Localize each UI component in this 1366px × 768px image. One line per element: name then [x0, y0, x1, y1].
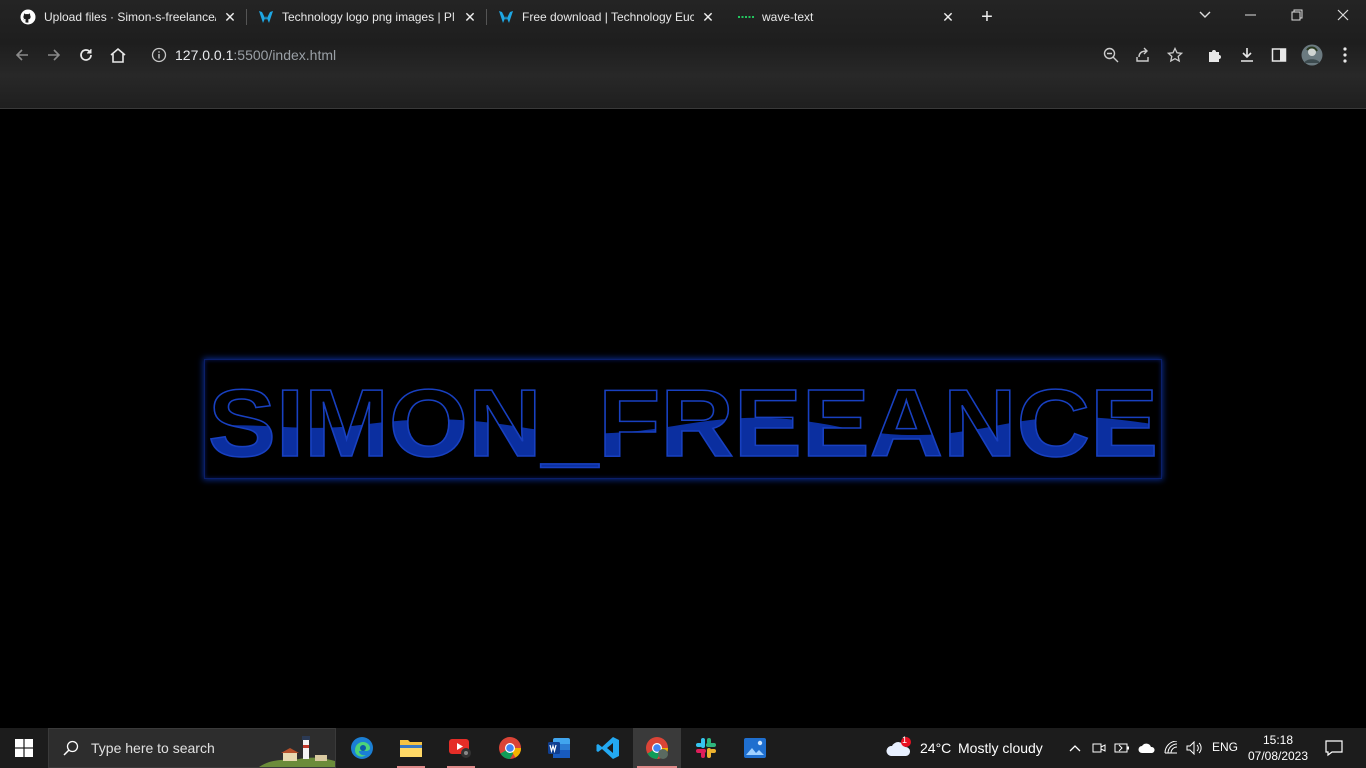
address-bar[interactable]: 127.0.0.1:5500/index.html [145, 40, 1205, 70]
show-hidden-icons-button[interactable] [1066, 739, 1084, 757]
restore-button[interactable] [1274, 0, 1320, 30]
taskbar-slack[interactable] [682, 728, 730, 768]
zoom-button[interactable] [1101, 45, 1121, 65]
vscode-icon [596, 737, 619, 759]
forward-button[interactable] [43, 44, 65, 66]
notification-icon [1325, 740, 1343, 757]
close-tab-icon[interactable]: ✕ [222, 9, 238, 25]
taskbar-photos[interactable] [731, 728, 779, 768]
video-recorder-icon [449, 739, 471, 758]
avatar-icon [1301, 44, 1323, 66]
onedrive-icon[interactable] [1138, 739, 1156, 757]
volume-icon[interactable] [1186, 739, 1204, 757]
taskbar-file-explorer[interactable] [387, 728, 435, 768]
new-tab-button[interactable]: + [976, 7, 998, 29]
folder-icon [400, 740, 422, 757]
clock-time: 15:18 [1262, 733, 1294, 747]
web-page: SIMON_FREEANCE SIMON_FREEANCE [0, 109, 1366, 728]
taskbar-video-app[interactable] [437, 728, 485, 768]
close-window-button[interactable] [1320, 0, 1366, 30]
windows-icon [15, 739, 33, 757]
extensions-button[interactable] [1205, 45, 1225, 65]
notifications-button[interactable] [1324, 738, 1344, 758]
clock-date: 07/08/2023 [1247, 749, 1309, 763]
wave-text-graphic: SIMON_FREEANCE SIMON_FREEANCE [207, 369, 1159, 478]
home-icon [110, 47, 126, 63]
minimize-button[interactable] [1228, 0, 1274, 30]
more-vertical-icon [1343, 47, 1347, 63]
start-button[interactable] [0, 728, 48, 768]
weather-temp[interactable]: 24°C [920, 740, 951, 756]
back-button[interactable] [11, 44, 33, 66]
tab-title: Upload files · Simon-s-freelance/ [44, 10, 216, 24]
menu-button[interactable] [1335, 45, 1355, 65]
search-icon [63, 740, 79, 756]
taskbar-edge[interactable] [338, 728, 386, 768]
tab-title: Free download | Technology Eucl [522, 10, 694, 24]
zoom-out-icon [1103, 47, 1119, 63]
tab-technology-logo[interactable]: Technology logo png images | PN ✕ [238, 0, 486, 34]
side-panel-button[interactable] [1269, 45, 1289, 65]
taskbar-word[interactable] [535, 728, 583, 768]
battery-icon[interactable] [1113, 739, 1131, 757]
photos-icon [744, 738, 766, 758]
downloads-button[interactable] [1237, 45, 1257, 65]
close-tab-icon[interactable]: ✕ [700, 9, 716, 25]
tab-strip: Upload files · Simon-s-freelance/ ✕ Tech… [0, 0, 1366, 34]
tab-wave-text[interactable]: wave-text ✕ [718, 0, 966, 34]
weather-desc[interactable]: Mostly cloudy [958, 740, 1043, 756]
wave-text-outline: SIMON_FREEANCE [208, 370, 1158, 477]
chrome-icon [499, 737, 521, 759]
weather-badge: 1 [902, 735, 908, 745]
browser-toolbar: 127.0.0.1:5500/index.html [0, 36, 1366, 74]
windows-taskbar: Type here to search 1 24°C Mostly cloudy [0, 728, 1366, 768]
reload-button[interactable] [75, 44, 97, 66]
puzzle-icon [1209, 50, 1221, 62]
profile-avatar[interactable] [1300, 43, 1324, 67]
info-icon[interactable] [151, 47, 167, 63]
language-indicator[interactable]: ENG [1212, 740, 1238, 754]
side-panel-icon [1271, 48, 1287, 62]
share-button[interactable] [1133, 45, 1153, 65]
home-button[interactable] [107, 44, 129, 66]
search-placeholder: Type here to search [91, 740, 215, 756]
close-tab-icon[interactable]: ✕ [462, 9, 478, 25]
tab-upload-files[interactable]: Upload files · Simon-s-freelance/ ✕ [0, 0, 246, 34]
taskbar-search[interactable]: Type here to search [48, 728, 336, 768]
chevron-up-icon [1069, 745, 1081, 752]
pngtree-icon [258, 9, 274, 25]
taskbar-chrome-active[interactable] [633, 728, 681, 768]
close-tab-icon[interactable]: ✕ [940, 9, 956, 25]
network-icon[interactable] [1162, 739, 1180, 757]
word-icon [548, 738, 570, 758]
browser-chrome: Upload files · Simon-s-freelance/ ✕ Tech… [0, 0, 1366, 109]
star-icon [1167, 47, 1183, 63]
bookmark-button[interactable] [1165, 45, 1185, 65]
tab-title: Technology logo png images | PN [282, 10, 454, 24]
arrow-right-icon [48, 49, 61, 61]
tab-search-button[interactable] [1182, 0, 1228, 30]
reload-icon [80, 49, 92, 61]
search-highlight-lighthouse-icon [259, 736, 335, 767]
slack-icon [696, 738, 716, 758]
url-text: 127.0.0.1:5500/index.html [175, 47, 336, 63]
pngtree-icon [498, 9, 514, 25]
arrow-left-icon [15, 49, 28, 61]
taskbar-clock[interactable]: 15:18 07/08/2023 [1240, 732, 1316, 764]
share-icon [1136, 47, 1149, 62]
tab-title: wave-text [762, 10, 814, 24]
meet-now-icon[interactable] [1090, 739, 1108, 757]
weather-cloud-icon[interactable] [886, 736, 914, 760]
liveserver-icon [738, 9, 754, 25]
edge-icon [351, 737, 373, 759]
taskbar-vscode[interactable] [584, 728, 632, 768]
url-host: 127.0.0.1 [175, 47, 234, 63]
tab-free-download[interactable]: Free download | Technology Eucl ✕ [478, 0, 724, 34]
chrome-profile-icon [646, 737, 668, 759]
download-icon [1241, 48, 1253, 62]
url-path: :5500/index.html [233, 47, 337, 63]
github-icon [20, 9, 36, 25]
taskbar-chrome[interactable] [486, 728, 534, 768]
